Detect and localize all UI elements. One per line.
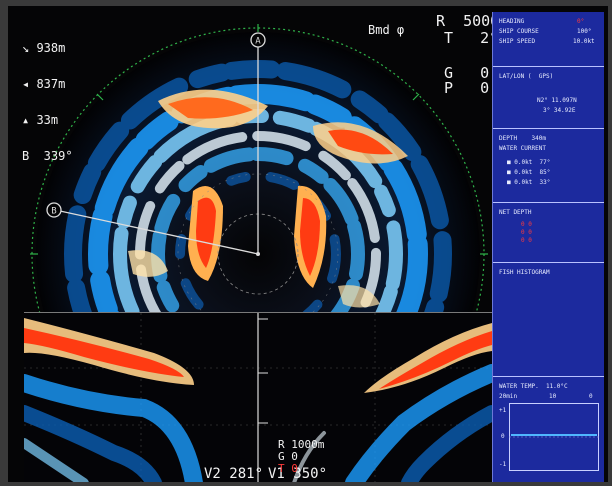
temp-axis-bottom: -1 [499,461,507,468]
net-depth-label: NET DEPTH [499,209,532,216]
info-panel: HEADING 0° SHIP COURSE 100° SHIP SPEED 1… [492,12,604,482]
arrow-icon: ↘ [22,41,37,55]
panel-section-net: NET DEPTH 0 0 0 0 0 0 [493,202,604,261]
tilt-readout: T 2° [444,29,499,47]
panel-section-ship: HEADING 0° SHIP COURSE 100° SHIP SPEED 1… [493,12,604,64]
course-label: SHIP COURSE [499,28,539,35]
arrow-icon: ◂ [22,77,37,91]
lat-value: N2° 11.097N [537,97,577,104]
latlon-label: LAT/LON ( GPS) [499,73,554,80]
speed-label: SHIP SPEED [499,38,536,45]
marker-b-label: B [51,207,56,217]
v2-bearing-label: V2 281° [204,466,264,482]
heading-value: 0° [577,18,585,25]
speed-value: 10.0kt [573,38,595,45]
panel-section-temp: WATER TEMP. 11.0°C 20min 10 0 +1 0 -1 [493,376,604,482]
heading-label: HEADING [499,18,525,25]
net-value-3: 0 0 [521,237,532,244]
section-gain-label: G 0 [278,450,298,463]
marker-a-label: A [255,37,261,47]
readout-group-left: ↘ 938m ◂ 837m ▴ 33m B 339° [22,18,73,186]
power-readout: P 0 [444,79,490,97]
panel-section-histogram: FISH HISTOGRAM [493,262,604,375]
vertical-section-display[interactable]: V2 281° V1 350° R 1000m G 0 T 0 [24,312,492,482]
panel-section-position: LAT/LON ( GPS) N2° 11.097N 3° 34.92E [493,66,604,127]
readout-bearing: B 339° [22,149,73,163]
triangle-icon: ▴ [22,113,37,127]
temp-axis-top: +1 [499,407,507,414]
water-temp-label: WATER TEMP. 11.0°C [499,383,568,390]
sonar-screen: A B ↘ 938m ◂ 837m ▴ 33m B 339° Bmd φ R 5… [8,6,608,482]
current-label: WATER CURRENT [499,145,546,152]
section-tilt-label: T 0 [278,462,298,475]
net-value-2: 0 0 [521,229,532,236]
depth-label: DEPTH 340m [499,135,546,142]
readout-line-3: ▴ 33m [22,113,59,127]
temp-scale-mid: 10 [549,393,557,400]
temp-scale-right: 0 [589,393,593,400]
lon-value: 3° 34.92E [543,107,576,114]
vertical-section-echoes [24,313,492,482]
readout-line-1: ↘ 938m [22,41,66,55]
mode-label: Bmd φ [368,23,405,37]
section-range-label: R 1000m [278,438,325,451]
current-row-1: ■ 0.0kt 77° [507,159,551,166]
temp-axis-mid: 0 [501,433,505,440]
fish-histogram-label: FISH HISTOGRAM [499,269,550,276]
own-ship-marker [256,252,260,256]
current-row-3: ■ 0.0kt 33° [507,179,551,186]
net-value-1: 0 0 [521,221,532,228]
readout-line-2: ◂ 837m [22,77,66,91]
temp-scale-left: 20min [499,393,518,400]
current-row-2: ■ 0.0kt 85° [507,169,551,176]
water-temp-graph [509,403,599,471]
panel-section-current: DEPTH 340m WATER CURRENT ■ 0.0kt 77° ■ 0… [493,128,604,201]
course-value: 100° [577,28,592,35]
